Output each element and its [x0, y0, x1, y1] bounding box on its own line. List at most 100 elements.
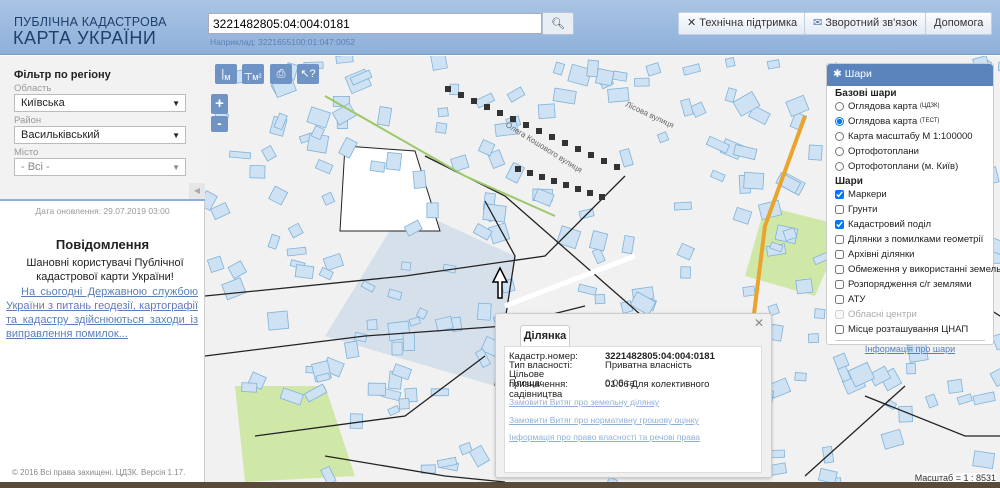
base-layer-radio[interactable] — [835, 117, 844, 126]
parcel — [795, 278, 814, 295]
layer-option[interactable]: Маркери — [827, 187, 993, 202]
support-label: Технічна підтримка — [699, 17, 798, 29]
layer-option[interactable]: Ділянки з помилками геометрії — [827, 232, 993, 247]
parcel — [391, 341, 403, 356]
layer-checkbox[interactable] — [835, 250, 844, 259]
measure-area-button[interactable]: ┬м² — [242, 64, 264, 84]
layer-label: Маркери — [848, 189, 887, 200]
search-button[interactable]: 🔍︎ — [542, 12, 574, 35]
base-layer-option[interactable]: Карта масштабу М 1:100000 — [827, 129, 993, 144]
layer-option[interactable]: Розпорядження с/г землями — [827, 277, 993, 292]
base-layer-option[interactable]: Ортофотоплани — [827, 144, 993, 159]
zoom-in-button[interactable]: + — [211, 94, 228, 114]
base-layer-option[interactable]: Оглядова карта (ЦДЗК) — [827, 99, 993, 114]
parcel — [743, 171, 765, 190]
parcel — [412, 170, 427, 189]
parcel — [947, 378, 964, 394]
layer-label: Розпорядження с/г землями — [848, 279, 972, 290]
layer-option[interactable]: Кадастровий поділ — [827, 217, 993, 232]
chevron-down-icon: ▼ — [172, 163, 180, 172]
base-layer-radio[interactable] — [835, 162, 844, 171]
building-marker — [445, 86, 451, 92]
parcel — [385, 151, 403, 171]
layer-option[interactable]: Обласні центри — [827, 307, 993, 322]
building-marker — [549, 134, 555, 140]
layer-label: Кадастровий поділ — [848, 219, 932, 230]
layer-checkbox[interactable] — [835, 310, 844, 319]
base-layer-sup: (ЦДЗК) — [919, 103, 940, 109]
region-filter: Фільтр по регіону Область Київська ▼ Райо… — [0, 56, 205, 201]
parcel — [808, 144, 823, 161]
parcel — [435, 121, 448, 134]
raion-select[interactable]: Васильківський ▼ — [14, 126, 186, 144]
parcel — [794, 372, 807, 382]
parcel — [724, 57, 736, 68]
order-extract-link[interactable]: Замовити Витяг про земельну ділянку — [509, 397, 659, 407]
base-layer-label: Ортофотоплани (м. Київ) — [848, 161, 959, 172]
search-input[interactable] — [208, 13, 542, 34]
layer-checkbox[interactable] — [835, 295, 844, 304]
chevron-down-icon: ▼ — [172, 99, 180, 108]
oblast-select[interactable]: Київська ▼ — [14, 94, 186, 112]
layer-checkbox[interactable] — [835, 190, 844, 199]
layer-option[interactable]: Архівні ділянки — [827, 247, 993, 262]
building-marker — [599, 194, 605, 200]
raion-label: Район — [14, 115, 42, 126]
misto-select[interactable]: - Всі - ▼ — [14, 158, 186, 176]
sidebar: Фільтр по регіону Область Київська ▼ Райо… — [0, 56, 205, 482]
layer-checkbox[interactable] — [835, 205, 844, 214]
help-button[interactable]: Допомога — [925, 12, 993, 35]
layer-option[interactable]: АТУ — [827, 292, 993, 307]
base-layer-radio[interactable] — [835, 147, 844, 156]
printer-icon: ⎙ — [276, 68, 286, 80]
parcel — [814, 308, 826, 320]
layer-option[interactable]: Місце розташування ЦНАП — [827, 322, 993, 337]
building-marker — [515, 166, 521, 172]
parcel — [229, 150, 252, 160]
building-marker — [587, 190, 593, 196]
ownership-info-link[interactable]: Інформація про право власності та речові… — [509, 432, 700, 442]
layer-label: Місце розташування ЦНАП — [848, 324, 969, 335]
misto-label: Місто — [14, 147, 39, 158]
layer-checkbox[interactable] — [835, 235, 844, 244]
identify-button[interactable]: ↖? — [297, 64, 319, 84]
layer-checkbox[interactable] — [835, 280, 844, 289]
logo-line2[interactable]: КАРТА УКРАЇНИ — [13, 28, 156, 49]
update-date: Дата оновлення: 29.07.2019 03:00 — [35, 206, 170, 216]
feedback-label: Зворотний зв'язок — [825, 17, 918, 29]
notice-link[interactable]: На сьогодні Державною службою України з … — [6, 285, 198, 341]
layer-checkbox[interactable] — [835, 325, 844, 334]
base-layer-option[interactable]: Оглядова карта (ТЕСТ) — [827, 114, 993, 129]
layer-checkbox[interactable] — [835, 265, 844, 274]
layers-header[interactable]: ✱ Шари — [827, 64, 993, 86]
layers-panel: ✱ Шари Базові шари Оглядова карта (ЦДЗК)… — [826, 63, 1000, 354]
notice-title: Повідомлення — [55, 237, 150, 252]
measure-area-label: м² — [252, 72, 262, 83]
layer-label: АТУ — [848, 294, 866, 305]
base-layer-label: Оглядова карта — [848, 101, 918, 112]
measure-line-button[interactable]: |м — [215, 64, 237, 84]
base-layer-radio[interactable] — [835, 132, 844, 141]
building-marker — [588, 152, 594, 158]
base-layer-option[interactable]: Ортофотоплани (м. Київ) — [827, 159, 993, 174]
feedback-button[interactable]: ✉ Зворотний зв'язок — [804, 12, 927, 35]
layer-option[interactable]: Обмеження у використанні земель — [827, 262, 1000, 277]
base-layer-radio[interactable] — [835, 102, 844, 111]
oblast-label: Область — [14, 83, 52, 94]
collapse-sidebar-button[interactable]: ◀ — [189, 183, 205, 199]
parcel — [426, 202, 439, 219]
layer-checkbox[interactable] — [835, 220, 844, 229]
parcel — [586, 59, 600, 78]
close-icon[interactable]: ✕ — [754, 316, 764, 330]
support-button[interactable]: ✕ Технічна підтримка — [678, 12, 807, 35]
tab-parcel[interactable]: Ділянка — [520, 325, 570, 347]
parcel — [266, 310, 290, 331]
logo-line1[interactable]: ПУБЛІЧНА КАДАСТРОВА — [14, 15, 167, 29]
order-valuation-link[interactable]: Замовити Витяг про нормативну грошову оц… — [509, 415, 699, 425]
zoom-out-button[interactable]: - — [211, 116, 228, 132]
parcel — [343, 340, 360, 359]
header: ПУБЛІЧНА КАДАСТРОВА КАРТА УКРАЇНИ 🔍︎ Нап… — [0, 0, 1000, 55]
print-button[interactable]: ⎙ — [270, 64, 292, 84]
layers-info-link[interactable]: Інформація про шари — [835, 340, 985, 354]
layer-option[interactable]: Грунти — [827, 202, 993, 217]
